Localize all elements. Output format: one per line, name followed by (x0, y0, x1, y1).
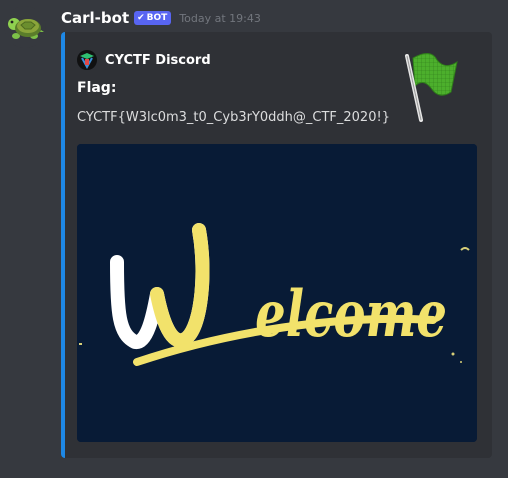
cyctf-logo-icon (77, 50, 97, 70)
embed-accent-bar (61, 32, 65, 458)
chat-message: Carl-bot ✔ BOT Today at 19:43 CYCTF Disc… (0, 0, 508, 478)
bot-badge: ✔ BOT (134, 11, 172, 25)
welcome-image[interactable]: Welcome (77, 144, 477, 442)
turtle-avatar-icon[interactable] (4, 6, 46, 48)
embed-author-name: CYCTF Discord (105, 52, 211, 68)
checkmark-icon: ✔ (137, 13, 145, 23)
message-timestamp[interactable]: Today at 19:43 (179, 12, 261, 25)
embed-field-name: Flag: (77, 80, 117, 96)
embed: CYCTF Discord Flag: CYCTF{W3lc0m3_t0_Cyb… (61, 32, 492, 458)
embed-field-value: CYCTF{W3lc0m3_t0_Cyb3rY0ddh@_CTF_2020!} (77, 110, 390, 125)
green-flag-icon[interactable] (401, 50, 459, 122)
bot-badge-label: BOT (146, 13, 168, 23)
embed-author: CYCTF Discord (77, 50, 211, 70)
username[interactable]: Carl-bot (61, 9, 129, 27)
message-header: Carl-bot ✔ BOT Today at 19:43 (61, 8, 261, 28)
